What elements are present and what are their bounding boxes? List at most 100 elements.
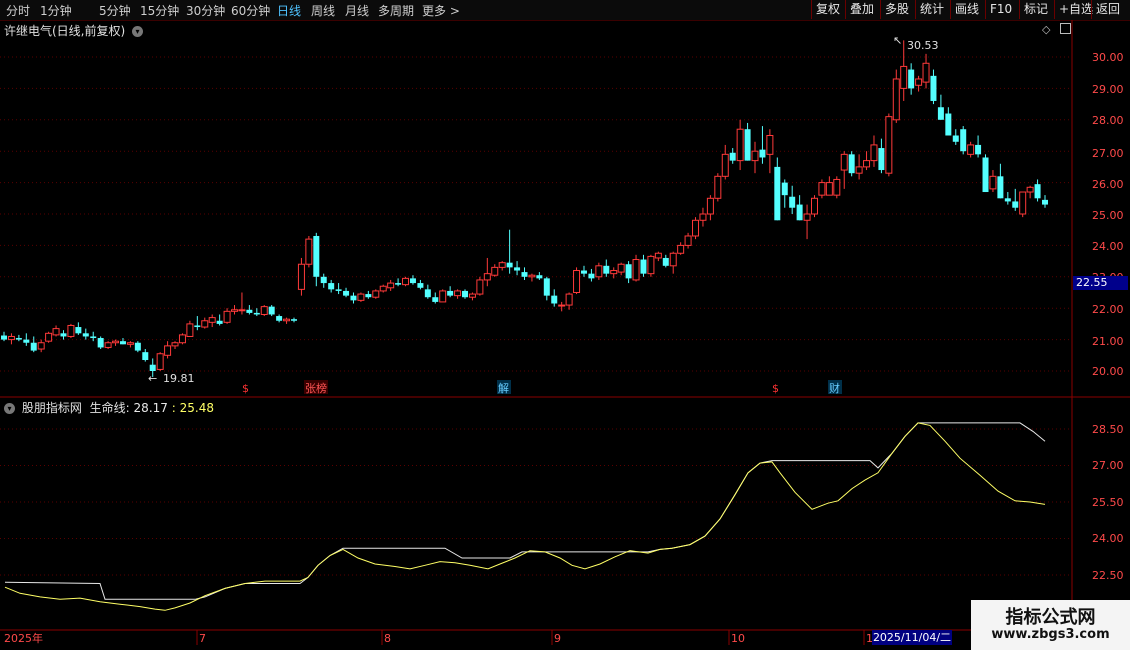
candle-body (82, 333, 89, 337)
low-label: 19.81 (163, 372, 195, 385)
candle-body (283, 318, 291, 322)
candle-body (52, 328, 60, 336)
time-tick: 8 (384, 632, 391, 645)
candle-body (900, 65, 908, 89)
candle-body (922, 62, 930, 83)
lifeline-label: 生命线: (89, 401, 130, 415)
candle-body (454, 290, 462, 297)
candle-body (825, 182, 833, 196)
event-dollar-2[interactable]: $ (772, 382, 779, 395)
candle-body (692, 219, 700, 237)
candle-body (7, 335, 15, 341)
price-tick: 21.00 (1092, 335, 1124, 348)
candle-body (104, 342, 112, 348)
candle-body (855, 166, 863, 174)
candle-body (1034, 184, 1041, 199)
time-tick: 7 (199, 632, 206, 645)
candle-body (45, 332, 53, 342)
candle-body (699, 213, 707, 221)
candle-body (654, 252, 662, 259)
candle-body (260, 306, 268, 315)
candle-body (432, 297, 439, 302)
candle-body (409, 278, 416, 284)
price-tick: 27.00 (1092, 147, 1124, 160)
candle-body (498, 262, 506, 268)
panel-toggle-icon[interactable] (1060, 23, 1071, 34)
event-dollar-1[interactable]: $ (242, 382, 249, 395)
diamond-icon[interactable]: ◇ (1042, 23, 1050, 36)
candle-body (766, 135, 774, 155)
candle-body (521, 272, 528, 277)
stock-title: 许继电气(日线,前复权) (4, 24, 126, 38)
candle-body (246, 309, 253, 313)
candle-body (462, 290, 469, 298)
candle-body (833, 178, 841, 196)
candle-body (290, 319, 297, 321)
candle-body (335, 289, 342, 291)
candle-body (669, 252, 677, 267)
candle-body (112, 340, 120, 344)
chevron-down-icon[interactable]: ▾ (4, 403, 15, 414)
indicator-title-row: ▾ 股朋指标网 生命线: 28.17 : 25.48 (4, 399, 214, 416)
candle-body (350, 295, 357, 301)
candle-body (558, 304, 566, 307)
candle-body (439, 290, 447, 303)
candle-body (997, 176, 1004, 199)
candle-body (640, 259, 647, 274)
candle-body (781, 182, 788, 196)
chart-canvas[interactable]: 30.53 ↖ 19.81 ← $ 张榜 解 $ 财 30.00 29.00 2… (0, 0, 1130, 650)
event-zhangbang[interactable]: 张榜 (305, 381, 327, 395)
price-tick: 30.00 (1092, 51, 1124, 64)
candle-body (365, 294, 372, 298)
candle-body (1004, 198, 1011, 202)
candle-body (194, 325, 201, 328)
candle-body (930, 75, 937, 101)
candle-body (759, 149, 766, 158)
candle-body (1, 335, 7, 340)
chevron-down-icon[interactable]: ▾ (132, 26, 144, 37)
candle-body (603, 265, 610, 274)
candle-body (878, 148, 885, 171)
price-tick: 22.00 (1092, 303, 1124, 316)
stock-title-row: 许继电气(日线,前复权) ▾ (4, 22, 144, 39)
candle-body (729, 152, 736, 161)
candle-body (588, 273, 595, 279)
indicator-tick: 28.50 (1092, 423, 1124, 436)
event-jie[interactable]: 解 (498, 381, 509, 395)
candle-body (796, 204, 803, 221)
watermark-title: 指标公式网 (1005, 607, 1096, 628)
candle-body (343, 290, 350, 296)
lifeline-value-2: 25.48 (179, 401, 214, 415)
candle-body (706, 197, 714, 215)
candle-body (908, 69, 915, 89)
candle-body (937, 107, 944, 120)
current-price-tag: 22.55 (1073, 276, 1128, 290)
candle-body (714, 175, 722, 199)
candle-body (543, 278, 550, 296)
candle-body (468, 293, 476, 298)
event-cai[interactable]: 财 (829, 381, 840, 395)
candle-body (573, 270, 581, 293)
candle-body (186, 323, 194, 337)
candlestick-series (1, 40, 1048, 377)
lifeline-white-line (4, 422, 1046, 600)
candle-body (848, 154, 855, 174)
candle-body (885, 116, 893, 174)
candle-body (402, 277, 410, 286)
candle-body (580, 270, 587, 274)
watermark: 指标公式网 www.zbgs3.com (971, 600, 1130, 650)
candle-body (447, 290, 454, 296)
candle-body (60, 333, 67, 337)
candle-body (178, 334, 186, 344)
candle-body (1019, 191, 1027, 215)
candle-body (625, 264, 632, 279)
candle-body (30, 342, 37, 351)
candle-body (149, 364, 156, 371)
watermark-url: www.zbgs3.com (991, 627, 1110, 642)
candle-body (960, 129, 967, 152)
candle-body (915, 78, 923, 86)
candle-body (476, 279, 484, 295)
candle-body (320, 276, 327, 284)
candle-body (491, 266, 499, 276)
candle-body (90, 336, 97, 339)
